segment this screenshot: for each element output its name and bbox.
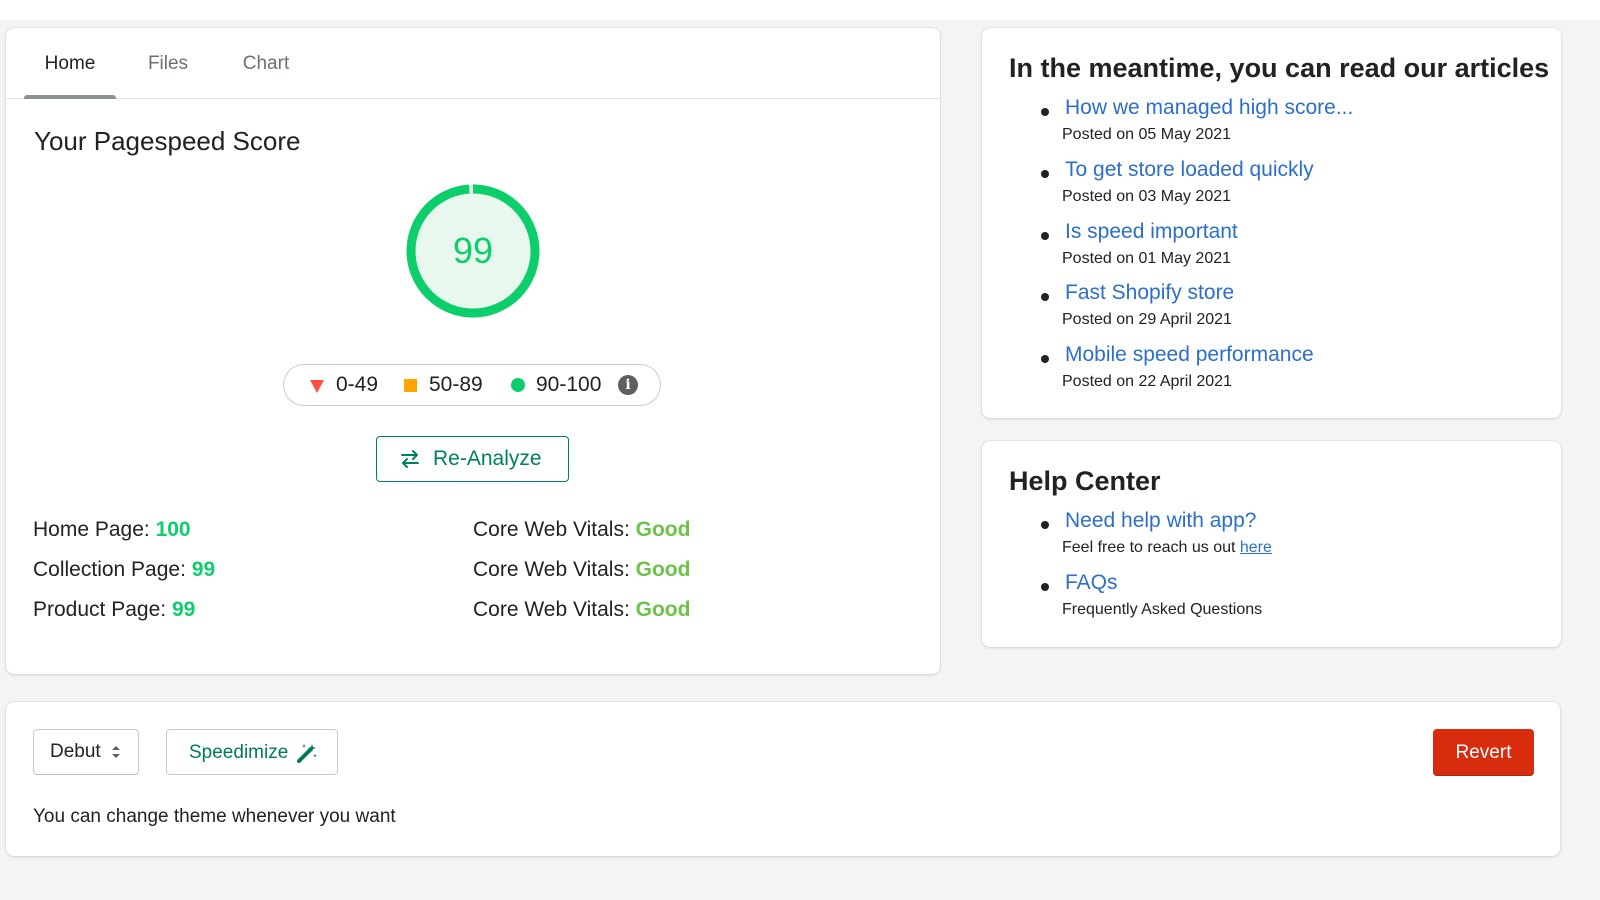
info-icon[interactable]: i [618,375,638,395]
metric-value: 99 [191,558,216,581]
article-item: Mobile speed performance Posted on 22 Ap… [982,343,1561,399]
score-value: 99 [452,230,494,271]
help-description-text: Feel free to reach us out [1062,539,1240,556]
vitals-value: Good [635,518,691,541]
article-link[interactable]: Fast Shopify store [1065,281,1234,305]
article-link[interactable]: To get store loaded quickly [1065,158,1314,182]
bullet-icon [1041,232,1049,240]
metric-home-page: Home Page: 100 [33,518,191,542]
tab-files[interactable]: Files [130,28,206,98]
article-date: Posted on 03 May 2021 [1062,188,1232,205]
metric-value: 100 [155,518,191,541]
theme-card: Debut Speedimize Revert You can change t… [6,702,1560,856]
score-title: Your Pagespeed Score [34,126,301,156]
article-item: How we managed high score... Posted on 0… [982,96,1561,152]
articles-card: In the meantime, you can read our articl… [982,28,1561,418]
reanalyze-button[interactable]: Re-Analyze [376,436,569,482]
core-web-vitals-home: Core Web Vitals: Good [473,518,690,542]
triangle-down-icon [310,380,324,393]
core-web-vitals-collection: Core Web Vitals: Good [473,558,690,582]
tab-files-label: Files [147,53,189,74]
article-item: Fast Shopify store Posted on 29 April 20… [982,281,1561,337]
vitals-label: Core Web Vitals: [473,518,630,541]
score-legend: 0-49 50-89 90-100 i [283,364,661,406]
tab-home-label: Home [44,53,96,74]
tab-active-indicator [24,95,116,99]
article-item: To get store loaded quickly Posted on 03… [982,158,1561,214]
vitals-label: Core Web Vitals: [473,558,630,581]
help-description: Frequently Asked Questions [1062,601,1263,618]
swap-arrows-icon [401,450,419,468]
help-item: FAQs Frequently Asked Questions [982,571,1561,627]
tab-chart-label: Chart [242,53,290,74]
article-date: Posted on 05 May 2021 [1062,126,1232,143]
reanalyze-label: Re-Analyze [433,447,542,470]
tab-bar: Home Files Chart [6,28,940,99]
article-date: Posted on 01 May 2021 [1062,250,1232,267]
square-icon [404,379,417,392]
bullet-icon [1041,355,1049,363]
revert-button[interactable]: Revert [1433,729,1534,776]
speedimize-button[interactable]: Speedimize [166,729,338,775]
faqs-link[interactable]: FAQs [1065,571,1118,595]
metric-label: Product Page: [33,598,167,621]
vitals-value: Good [635,598,691,621]
theme-select-value: Debut [50,741,101,762]
theme-select[interactable]: Debut [33,729,139,775]
metric-collection-page: Collection Page: 99 [33,558,215,582]
article-date: Posted on 22 April 2021 [1062,373,1232,390]
speedimize-label: Speedimize [189,742,289,763]
help-center-title: Help Center [1009,466,1161,496]
tab-home[interactable]: Home [24,28,116,99]
legend-fail-label: 0-49 [336,373,379,396]
core-web-vitals-product: Core Web Vitals: Good [473,598,690,622]
circle-icon [511,378,525,392]
article-link[interactable]: Is speed important [1065,220,1238,244]
vitals-value: Good [635,558,691,581]
article-link[interactable]: Mobile speed performance [1065,343,1314,367]
contact-here-link[interactable]: here [1240,539,1272,556]
article-item: Is speed important Posted on 01 May 2021 [982,220,1561,276]
legend-average-label: 50-89 [429,373,483,396]
help-link[interactable]: Need help with app? [1065,509,1256,533]
help-item: Need help with app? Feel free to reach u… [982,509,1561,565]
article-date: Posted on 29 April 2021 [1062,311,1232,328]
theme-hint: You can change theme whenever you want [33,806,396,827]
articles-title: In the meantime, you can read our articl… [1009,53,1550,83]
metric-label: Home Page: [33,518,150,541]
bullet-icon [1041,108,1049,116]
metric-value: 99 [171,598,196,621]
top-strip [0,0,1600,20]
select-arrows-icon [112,746,120,758]
bullet-icon [1041,583,1049,591]
bullet-icon [1041,521,1049,529]
legend-pass-label: 90-100 [536,373,602,396]
article-link[interactable]: How we managed high score... [1065,96,1353,120]
pagespeed-card: Home Files Chart Your Pagespeed Score 99… [6,28,940,674]
vitals-label: Core Web Vitals: [473,598,630,621]
bullet-icon [1041,293,1049,301]
help-description: Feel free to reach us out here [1062,539,1272,557]
bullet-icon [1041,170,1049,178]
metric-label: Collection Page: [33,558,186,581]
magic-wand-icon [297,744,317,763]
metric-product-page: Product Page: 99 [33,598,195,622]
help-center-card: Help Center Need help with app? Feel fre… [982,441,1561,647]
tab-chart[interactable]: Chart [226,28,306,98]
